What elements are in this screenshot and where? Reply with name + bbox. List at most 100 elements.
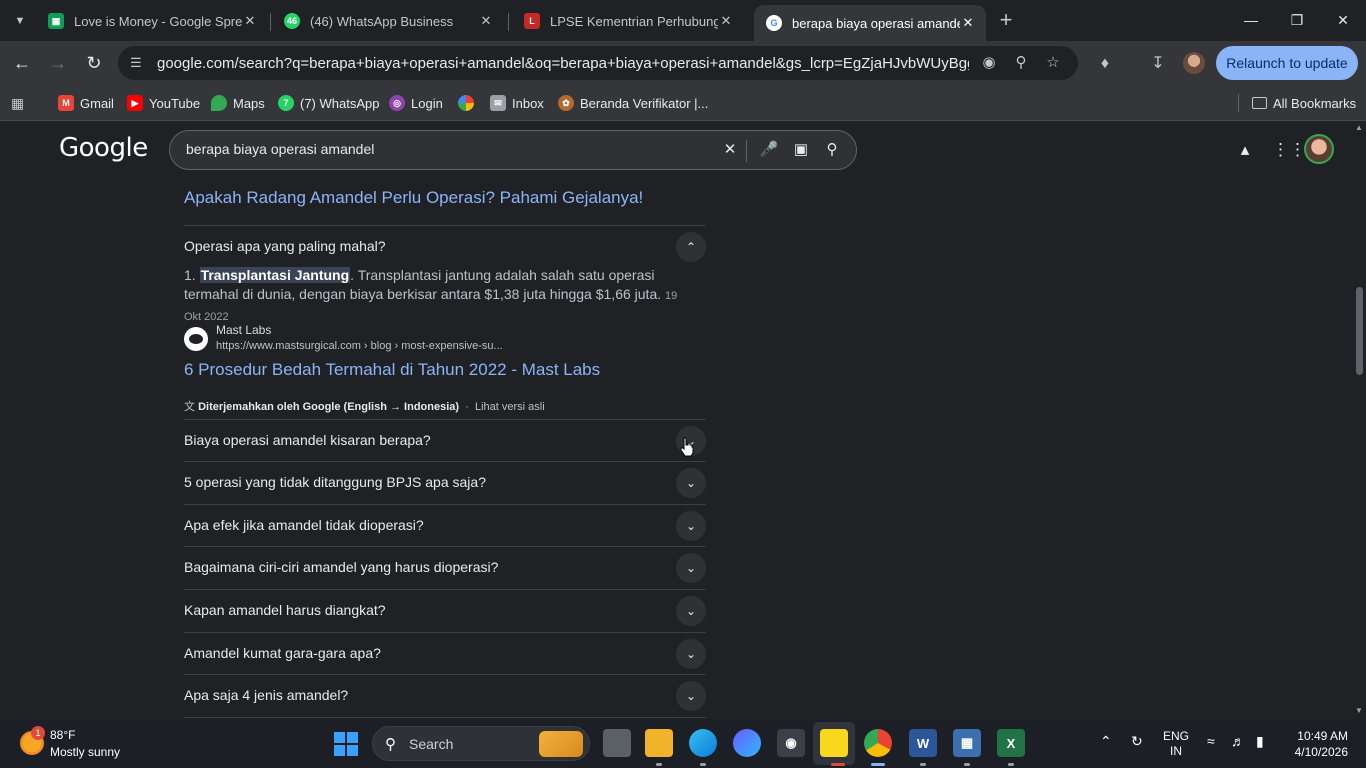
reload-icon[interactable]: ↻ [80, 49, 108, 77]
extensions-puzzle-icon[interactable]: ♦ [1094, 53, 1116, 75]
new-tab-plus-icon[interactable]: + [994, 9, 1018, 33]
forward-arrow-icon[interactable]: → [44, 49, 72, 77]
paa-question[interactable]: 5 operasi yang tidak ditanggung BPJS apa… [184, 461, 706, 503]
word-icon[interactable]: W [909, 729, 937, 757]
source-title-link[interactable]: 6 Prosedur Bedah Termahal di Tahun 2022 … [184, 360, 600, 380]
minimize-icon[interactable]: — [1228, 6, 1274, 34]
chevron-down-icon[interactable]: ⌄ [676, 468, 706, 498]
mast-labs-favicon[interactable] [184, 327, 208, 351]
tab-search-chevron-icon[interactable]: ▼ [8, 9, 32, 33]
close-icon[interactable]: ✕ [960, 15, 976, 31]
clear-search-icon[interactable]: ✕ [720, 140, 740, 160]
calculator-icon[interactable]: ▦ [953, 729, 981, 757]
search-icon[interactable]: ⚲ [822, 140, 842, 160]
bookmark-beranda-verifikator[interactable]: ✿ Beranda Verifikator |... [558, 92, 708, 114]
paa-question[interactable]: Apa efek jika amandel tidak dioperasi? ⌄ [184, 504, 706, 546]
url-text[interactable]: google.com/search?q=berapa+biaya+operasi… [157, 55, 969, 72]
system-clock[interactable]: 10:49 AM 4/10/2026 [1288, 728, 1348, 760]
taskbar-search-box[interactable]: ⚲ Search [372, 726, 590, 761]
close-icon[interactable]: ✕ [718, 13, 734, 29]
whatsapp-icon: 7 [278, 95, 294, 111]
scrollbar-thumb[interactable] [1356, 287, 1363, 375]
chevron-down-icon[interactable]: ⌄ [676, 681, 706, 711]
microphone-icon[interactable]: 🎤 [759, 140, 779, 160]
close-icon[interactable]: ✕ [242, 13, 258, 29]
profile-avatar[interactable] [1183, 52, 1205, 74]
battery-charging-icon[interactable]: ▮ [1256, 733, 1264, 750]
tab-title: Love is Money - Google Spread [74, 13, 242, 29]
window-close-icon[interactable]: ✕ [1320, 6, 1366, 34]
tab-lpse[interactable]: L LPSE Kementrian Perhubungan ✕ [512, 5, 744, 37]
wifi-icon[interactable]: ≈ [1207, 733, 1215, 749]
zoom-magnifier-icon[interactable]: ⚲ [1011, 53, 1031, 73]
login-icon: ◎ [389, 95, 405, 111]
bookmark-login[interactable]: ◎ Login [389, 92, 443, 114]
bookmark-gmail[interactable]: M Gmail [58, 92, 114, 114]
relaunch-to-update-button[interactable]: Relaunch to update [1216, 46, 1358, 80]
bookmark-maps[interactable]: Maps [211, 92, 265, 114]
bookmark-photos[interactable] [458, 92, 480, 114]
chevron-down-icon[interactable]: ⌄ [676, 553, 706, 583]
search-box[interactable]: berapa biaya operasi amandel ✕ 🎤 ▣ ⚲ [169, 130, 857, 170]
close-icon[interactable]: ✕ [478, 13, 494, 29]
weather-description[interactable]: Mostly sunny [50, 745, 120, 759]
scroll-up-arrow-icon[interactable]: ▲ [1354, 123, 1364, 132]
lens-camera-icon[interactable]: ▣ [791, 140, 811, 160]
page-scrollbar[interactable]: ▲ ▼ [1352, 121, 1366, 719]
source-site-name[interactable]: Mast Labs [216, 323, 271, 337]
windows-start-icon[interactable] [334, 732, 358, 756]
paa-question[interactable]: Apa saja 4 jenis amandel? ⌄ [184, 674, 706, 716]
tab-whatsapp[interactable]: 46 (46) WhatsApp Business ✕ [272, 5, 504, 37]
chevron-up-icon[interactable]: ⌃ [676, 232, 706, 262]
paa-question[interactable]: Biaya operasi amandel kisaran berapa? ⌄ [184, 419, 706, 461]
google-apps-icon[interactable]: ⋮⋮ [1272, 139, 1306, 161]
language-indicator[interactable]: ENG IN [1163, 729, 1189, 759]
hidden-icons-chevron-up-icon[interactable]: ⌃ [1100, 733, 1112, 750]
chevron-down-icon[interactable]: ⌄ [676, 596, 706, 626]
google-logo[interactable]: Google [59, 133, 148, 163]
bookmark-label: YouTube [149, 95, 201, 111]
address-bar[interactable]: ☰ google.com/search?q=berapa+biaya+opera… [118, 46, 1078, 80]
weather-temperature[interactable]: 88°F [50, 728, 75, 742]
scroll-down-arrow-icon[interactable]: ▼ [1354, 706, 1364, 715]
edge-browser-icon[interactable] [689, 729, 717, 757]
tab-spreadsheet[interactable]: ▦ Love is Money - Google Spread ✕ [36, 5, 268, 37]
excel-icon[interactable]: X [997, 729, 1025, 757]
chevron-down-icon[interactable]: ⌄ [676, 511, 706, 541]
apps-grid-icon[interactable]: ▦ [11, 92, 24, 114]
location-pin-icon[interactable]: ◉ [979, 53, 999, 73]
back-arrow-icon[interactable]: ← [8, 49, 36, 77]
translated-by-label: Diterjemahkan oleh Google (English → Ind… [198, 401, 460, 413]
downloads-icon[interactable]: ↧ [1147, 53, 1169, 75]
search-input[interactable]: berapa biaya operasi amandel [186, 141, 374, 157]
bookmark-youtube[interactable]: ▶ YouTube [127, 92, 200, 114]
task-view-icon[interactable] [603, 729, 631, 757]
paa-question[interactable]: Bagaimana ciri-ciri amandel yang harus d… [184, 546, 706, 588]
labs-flask-icon[interactable]: ▴ [1234, 139, 1256, 161]
account-avatar[interactable] [1304, 134, 1334, 164]
chevron-down-icon[interactable]: ⌄ [676, 639, 706, 669]
running-indicator [964, 763, 970, 766]
site-info-tune-icon[interactable]: ☰ [130, 55, 146, 71]
verifikator-icon: ✿ [558, 95, 574, 111]
sticky-notes-icon[interactable] [820, 729, 848, 757]
copilot-icon[interactable] [733, 729, 761, 757]
restore-icon[interactable]: ❐ [1274, 6, 1320, 34]
paa-question-expanded[interactable]: Operasi apa yang paling mahal? ⌃ [184, 225, 706, 267]
file-explorer-icon[interactable] [645, 729, 673, 757]
tab-google-search[interactable]: G berapa biaya operasi amandel ✕ [754, 5, 986, 41]
source-url[interactable]: https://www.mastsurgical.com › blog › mo… [216, 340, 503, 352]
all-bookmarks-folder[interactable]: All Bookmarks [1252, 92, 1356, 114]
view-original-link[interactable]: Lihat versi asli [475, 401, 545, 413]
paa-question[interactable]: Kapan amandel harus diangkat? ⌄ [184, 589, 706, 631]
camera-icon[interactable]: ◉ [777, 729, 805, 757]
chrome-icon[interactable] [864, 729, 892, 757]
sync-icon[interactable]: ↻ [1131, 733, 1143, 750]
bookmark-inbox[interactable]: ✉ Inbox [490, 92, 544, 114]
bookmark-whatsapp[interactable]: 7 (7) WhatsApp [278, 92, 379, 114]
bookmark-star-icon[interactable]: ☆ [1043, 53, 1063, 73]
paa-question[interactable]: Amandel kumat gara-gara apa? ⌄ [184, 632, 706, 674]
result-title-link[interactable]: Apakah Radang Amandel Perlu Operasi? Pah… [184, 188, 643, 208]
running-indicator [871, 763, 885, 766]
volume-icon[interactable]: ♬ [1231, 733, 1245, 749]
